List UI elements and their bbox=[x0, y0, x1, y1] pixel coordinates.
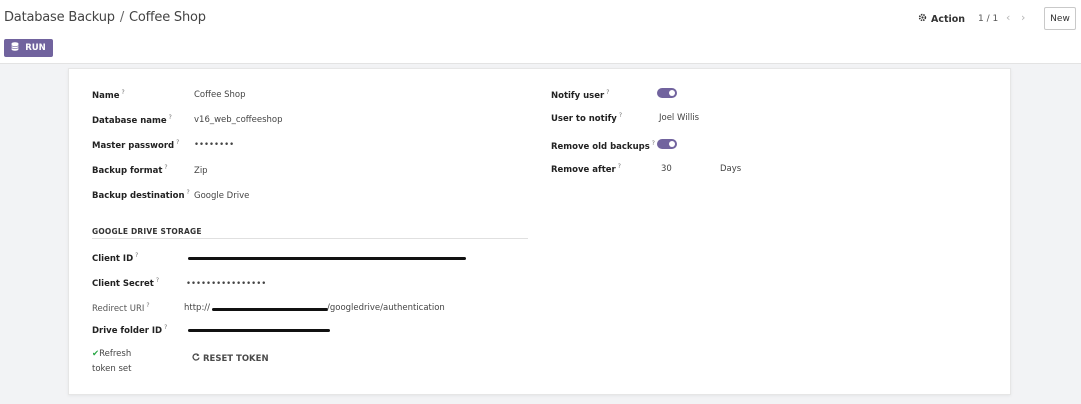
control-panel: Database Backup / Coffee Shop Action 1 / 1… bbox=[0, 0, 1081, 64]
section-divider bbox=[92, 238, 528, 239]
gear-icon bbox=[918, 13, 927, 25]
backup-format-select[interactable]: Zip bbox=[194, 166, 208, 176]
backup-destination-label: Backup destination? bbox=[92, 189, 190, 201]
google-drive-section-title: GOOGLE DRIVE STORAGE bbox=[92, 227, 202, 236]
redirect-uri-suffix: /googledrive/authentication bbox=[327, 303, 445, 313]
client-id-redacted-value[interactable] bbox=[188, 257, 466, 260]
client-secret-field[interactable]: •••••••••••••••• bbox=[186, 279, 266, 289]
backup-format-label: Backup format? bbox=[92, 164, 168, 176]
breadcrumb: Database Backup / Coffee Shop bbox=[4, 10, 206, 25]
redirect-uri-label: Redirect URI? bbox=[92, 302, 150, 314]
client-secret-label: Client Secret? bbox=[92, 277, 160, 289]
database-icon bbox=[11, 42, 19, 54]
token-set-text: token set bbox=[92, 364, 132, 374]
new-button[interactable]: New bbox=[1044, 7, 1076, 30]
remove-old-backups-label: Remove old backups? bbox=[551, 140, 655, 152]
pager-value[interactable]: 1 / 1 bbox=[978, 14, 998, 24]
action-label: Action bbox=[931, 13, 966, 25]
drive-folder-id-label: Drive folder ID? bbox=[92, 324, 168, 336]
breadcrumb-separator: / bbox=[119, 10, 125, 25]
client-id-label: Client ID? bbox=[92, 252, 139, 264]
redirect-uri-redacted bbox=[212, 308, 328, 311]
name-label: Name? bbox=[92, 89, 125, 101]
refresh-token-status: ✔Refresh bbox=[92, 349, 132, 359]
master-password-field[interactable]: •••••••• bbox=[194, 140, 234, 150]
database-name-field[interactable]: v16_web_coffeeshop bbox=[194, 115, 283, 125]
user-to-notify-label: User to notify? bbox=[551, 112, 623, 124]
action-menu-button[interactable]: Action bbox=[918, 13, 965, 25]
chevron-left-icon[interactable]: ‹ bbox=[1006, 11, 1010, 24]
notify-user-label: Notify user? bbox=[551, 89, 610, 101]
backup-destination-select[interactable]: Google Drive bbox=[194, 191, 249, 201]
refresh-icon bbox=[192, 353, 200, 364]
remove-after-label: Remove after? bbox=[551, 163, 621, 175]
breadcrumb-parent[interactable]: Database Backup bbox=[4, 10, 115, 25]
run-label: RUN bbox=[25, 43, 46, 53]
name-field[interactable]: Coffee Shop bbox=[194, 90, 246, 100]
notify-user-toggle[interactable] bbox=[657, 88, 677, 98]
breadcrumb-current: Coffee Shop bbox=[129, 10, 206, 25]
master-password-label: Master password? bbox=[92, 139, 180, 151]
remove-old-backups-toggle[interactable] bbox=[657, 139, 677, 149]
redirect-uri-prefix: http:// bbox=[184, 303, 211, 313]
remove-after-unit: Days bbox=[720, 164, 742, 174]
reset-token-button[interactable]: RESET TOKEN bbox=[192, 353, 269, 364]
remove-after-field[interactable]: 30 bbox=[661, 164, 672, 174]
database-name-label: Database name? bbox=[92, 114, 172, 126]
reset-token-label: RESET TOKEN bbox=[203, 353, 269, 364]
chevron-right-icon[interactable]: › bbox=[1021, 11, 1025, 24]
run-button[interactable]: RUN bbox=[4, 39, 53, 57]
user-to-notify-field[interactable]: Joel Willis bbox=[659, 113, 699, 123]
drive-folder-id-redacted-value[interactable] bbox=[188, 329, 330, 332]
